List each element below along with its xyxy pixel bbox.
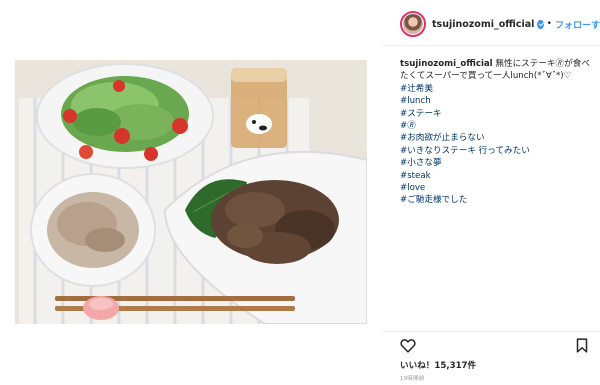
post-photo[interactable]	[15, 60, 367, 324]
header-divider	[382, 45, 600, 46]
avatar[interactable]	[400, 11, 426, 37]
post-header: tsujinozomi_official • フォローす	[382, 9, 600, 39]
header-username[interactable]: tsujinozomi_official	[432, 19, 534, 30]
hashtag[interactable]: #steak	[400, 170, 596, 182]
caption-username[interactable]: tsujinozomi_official	[400, 59, 493, 69]
food-photo-image	[15, 60, 367, 324]
hashtag[interactable]: #いきなりステーキ 行ってみたい	[400, 145, 596, 157]
post-side-panel: tsujinozomi_official • フォローす tsujinozomi…	[382, 0, 600, 385]
hashtag[interactable]: #lunch	[400, 95, 596, 107]
post-actions	[400, 338, 596, 356]
hashtag[interactable]: #love	[400, 182, 596, 194]
hashtag[interactable]: #お肉欲が止まらない	[400, 132, 596, 144]
post-timestamp: 19時間前	[400, 376, 425, 382]
actions-divider	[382, 331, 600, 332]
likes-count[interactable]: いいね！15,317件	[400, 359, 476, 371]
hashtag[interactable]: #小さな夢	[400, 157, 596, 169]
hashtag[interactable]: #🄬	[400, 120, 596, 132]
post-caption: tsujinozomi_official 無性にステーキ🄬が食べたくてスーパーで…	[400, 58, 596, 207]
avatar-image	[403, 14, 423, 34]
bookmark-icon[interactable]	[576, 338, 588, 353]
separator-dot: •	[546, 19, 552, 29]
verified-badge-icon	[537, 19, 544, 29]
follow-button[interactable]: フォローす	[555, 18, 600, 31]
hashtag[interactable]: #ご馳走様でした	[400, 194, 596, 206]
heart-icon[interactable]	[400, 338, 416, 353]
hashtag[interactable]: #辻希美	[400, 83, 596, 95]
hashtag[interactable]: #ステーキ	[400, 108, 596, 120]
